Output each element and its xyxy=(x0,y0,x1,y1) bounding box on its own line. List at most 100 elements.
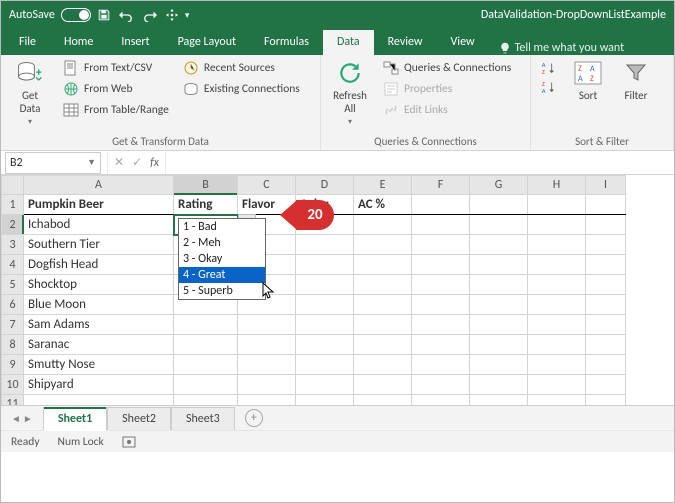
cell[interactable] xyxy=(412,215,470,235)
cell[interactable] xyxy=(238,335,296,355)
tab-file[interactable]: File xyxy=(5,30,50,55)
cell[interactable] xyxy=(470,295,528,315)
cell[interactable]: AC % xyxy=(354,195,412,215)
row-header-1[interactable]: 1 xyxy=(2,195,24,215)
cell[interactable] xyxy=(174,395,238,406)
cell[interactable] xyxy=(470,315,528,335)
sort-asc-button[interactable]: AZ xyxy=(539,59,559,77)
col-header-F[interactable]: F xyxy=(412,176,470,195)
cell[interactable] xyxy=(586,395,626,406)
cell[interactable] xyxy=(586,375,626,395)
autosave-toggle[interactable] xyxy=(61,8,91,22)
queries-connections-button[interactable]: Queries & Connections xyxy=(381,59,513,77)
cell[interactable] xyxy=(412,275,470,295)
cell[interactable]: Ichabod xyxy=(24,215,174,235)
cell[interactable] xyxy=(296,315,354,335)
save-icon[interactable] xyxy=(97,8,111,22)
cell[interactable] xyxy=(296,375,354,395)
new-sheet-button[interactable]: + xyxy=(245,409,263,427)
col-header-A[interactable]: A xyxy=(24,176,174,195)
tab-insert[interactable]: Insert xyxy=(107,30,163,55)
cell[interactable]: Shocktop xyxy=(24,275,174,295)
chevron-down-icon[interactable]: ▼ xyxy=(87,157,96,168)
cell[interactable] xyxy=(470,195,528,215)
cell[interactable] xyxy=(354,355,412,375)
refresh-all-button[interactable]: Refresh All ▾ xyxy=(329,59,371,127)
cell[interactable] xyxy=(470,395,528,406)
cell[interactable] xyxy=(296,335,354,355)
cell[interactable]: Pumpkin Beer xyxy=(24,195,174,215)
list-item[interactable]: 1 - Bad xyxy=(179,219,265,235)
row-header-10[interactable]: 10 xyxy=(2,375,24,395)
cell[interactable] xyxy=(528,295,586,315)
cell[interactable] xyxy=(354,375,412,395)
cell[interactable] xyxy=(586,215,626,235)
cell[interactable] xyxy=(586,235,626,255)
cell[interactable]: Southern Tier xyxy=(24,235,174,255)
cell[interactable] xyxy=(528,195,586,215)
cell[interactable] xyxy=(412,375,470,395)
from-text-csv-button[interactable]: From Text/CSV xyxy=(61,59,171,77)
cell[interactable] xyxy=(586,315,626,335)
spreadsheet-grid[interactable]: A B C D E F G H I 1 Pumpkin Beer Rating … xyxy=(1,175,674,405)
tab-review[interactable]: Review xyxy=(374,30,437,55)
from-web-button[interactable]: From Web xyxy=(61,80,171,98)
cell[interactable] xyxy=(528,375,586,395)
cell[interactable]: Smutty Nose xyxy=(24,355,174,375)
col-header-E[interactable]: E xyxy=(354,176,412,195)
cell[interactable] xyxy=(528,355,586,375)
cell[interactable] xyxy=(528,215,586,235)
fx-icon[interactable]: fx xyxy=(150,156,159,170)
cell[interactable] xyxy=(528,235,586,255)
cell[interactable] xyxy=(528,255,586,275)
col-header-D[interactable]: D xyxy=(296,176,354,195)
row-header-5[interactable]: 5 xyxy=(2,275,24,295)
cell[interactable] xyxy=(354,255,412,275)
col-header-H[interactable]: H xyxy=(528,176,586,195)
cell[interactable] xyxy=(412,395,470,406)
macro-record-icon[interactable] xyxy=(122,435,136,449)
cell[interactable] xyxy=(586,295,626,315)
row-header-7[interactable]: 7 xyxy=(2,315,24,335)
sort-button[interactable]: ZAAZ Sort xyxy=(569,59,607,102)
col-header-C[interactable]: C xyxy=(238,176,296,195)
sort-desc-button[interactable]: ZA xyxy=(539,78,559,96)
cell[interactable] xyxy=(296,355,354,375)
cell[interactable]: Saranac xyxy=(24,335,174,355)
cell[interactable] xyxy=(586,275,626,295)
existing-connections-button[interactable]: Existing Connections xyxy=(181,80,302,98)
sheet-tab-2[interactable]: Sheet2 xyxy=(107,407,171,430)
cell[interactable] xyxy=(238,315,296,335)
col-header-G[interactable]: G xyxy=(470,176,528,195)
cell[interactable] xyxy=(354,235,412,255)
cell[interactable] xyxy=(24,395,174,406)
cell[interactable] xyxy=(354,315,412,335)
formula-input[interactable] xyxy=(166,152,674,174)
cell[interactable] xyxy=(586,255,626,275)
cell[interactable]: Blue Moon xyxy=(24,295,174,315)
recent-sources-button[interactable]: Recent Sources xyxy=(181,59,302,77)
row-header-6[interactable]: 6 xyxy=(2,295,24,315)
cell[interactable] xyxy=(354,295,412,315)
cell[interactable] xyxy=(412,255,470,275)
cell[interactable] xyxy=(174,355,238,375)
cell[interactable]: Sam Adams xyxy=(24,315,174,335)
from-table-button[interactable]: From Table/Range xyxy=(61,101,171,119)
tab-formulas[interactable]: Formulas xyxy=(250,30,323,55)
undo-icon[interactable] xyxy=(117,8,135,22)
list-item[interactable]: 2 - Meh xyxy=(179,235,265,251)
tell-me-search[interactable]: Tell me what you want xyxy=(499,41,625,55)
cell[interactable] xyxy=(238,395,296,406)
cell[interactable] xyxy=(528,335,586,355)
col-header-I[interactable]: I xyxy=(586,176,626,195)
cell[interactable] xyxy=(238,375,296,395)
list-item[interactable]: 5 - Superb xyxy=(179,283,265,299)
tab-data[interactable]: Data xyxy=(323,30,374,55)
cell[interactable] xyxy=(412,315,470,335)
cell[interactable] xyxy=(412,335,470,355)
col-header-B[interactable]: B xyxy=(174,176,238,195)
name-box[interactable]: B2 ▼ xyxy=(5,152,101,174)
cell[interactable] xyxy=(354,335,412,355)
cell[interactable] xyxy=(528,275,586,295)
select-all-corner[interactable] xyxy=(2,176,24,195)
